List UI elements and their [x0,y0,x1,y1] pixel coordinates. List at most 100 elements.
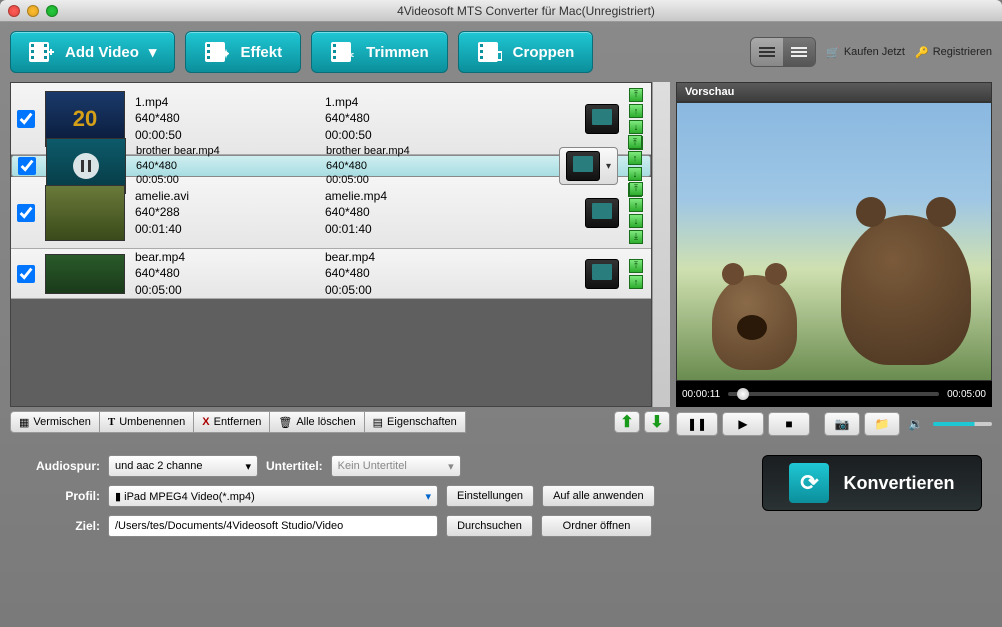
cart-icon: 🛒 [826,46,840,59]
chevron-down-icon: ▾ [448,460,454,473]
arrow-up-icon: ⬆ [620,412,633,432]
out-dur: 00:05:00 [326,173,506,188]
close-icon[interactable] [8,5,20,17]
src-dur: 00:01:40 [135,221,315,237]
move-down-icon[interactable]: ↓ [629,214,643,228]
seek-slider[interactable] [728,392,939,396]
chevron-down-icon: ▾ [245,460,251,473]
list-row[interactable]: amelie.avi 640*288 00:01:40 amelie.mp4 6… [11,177,651,249]
zoom-icon[interactable] [46,5,58,17]
pause-icon: ❚❚ [687,417,707,431]
rename-button[interactable]: TUmbenennen [100,411,194,433]
row-checkbox[interactable] [18,157,36,175]
convert-button[interactable]: ⟳ Konvertieren [762,455,982,511]
snapshot-button[interactable]: 📷 [824,412,860,436]
elapsed-time: 00:00:11 [682,389,720,400]
playback-controls: ❚❚ ▶ ■ 📷 📁 🔉 [676,407,992,437]
move-down-button[interactable]: ⬇ [644,411,670,433]
device-icon[interactable] [585,104,619,134]
window-title: 4Videosoft MTS Converter für Mac(Unregis… [58,4,994,18]
list-row[interactable]: brother bear.mp4 640*480 00:05:00 brothe… [11,155,651,177]
row-checkbox[interactable] [17,265,35,283]
folder-icon: 📁 [875,417,890,431]
src-res: 640*288 [135,204,315,220]
move-bottom-icon[interactable]: ⤓ [629,230,643,244]
remove-button[interactable]: XEntfernen [194,411,270,433]
detail-view-button[interactable] [783,38,815,66]
out-name: bear.mp4 [325,249,505,265]
untertitel-label: Untertitel: [266,459,323,473]
out-name: amelie.mp4 [325,188,505,204]
bottom-panel: Audiospur: und aac 2 channe▾ Untertitel:… [0,437,1002,555]
pause-overlay-icon [72,152,100,180]
film-plus-icon [29,41,55,63]
seek-handle[interactable] [737,388,749,400]
croppen-label: Croppen [513,44,575,61]
film-scissors-icon: ✂ [330,41,356,63]
move-top-icon[interactable]: ⤒ [629,259,643,273]
src-name: bear.mp4 [135,249,315,265]
play-icon: ▶ [738,417,747,431]
move-up-icon[interactable]: ↑ [629,198,643,212]
move-down-icon[interactable]: ↓ [629,120,643,134]
merge-button[interactable]: ▦Vermischen [10,411,100,433]
src-dur: 00:05:00 [136,173,316,188]
preview-pane: Vorschau 00:00:11 00:05:00 ❚❚ ▶ ■ 📷 📁 🔉 [676,82,992,437]
profil-select[interactable]: ▮ iPad MPEG4 Video(*.mp4)▾ [108,485,438,507]
durchsuchen-button[interactable]: Durchsuchen [446,515,533,537]
audiospur-select[interactable]: und aac 2 channe▾ [108,455,258,477]
einstellungen-button[interactable]: Einstellungen [446,485,534,507]
effekt-button[interactable]: ✦ Effekt [185,31,301,73]
add-video-button[interactable]: Add Video ▾ [10,31,175,73]
list-row[interactable]: bear.mp4 640*480 00:05:00 bear.mp4 640*4… [11,249,651,299]
arrow-down-icon: ⬇ [650,412,663,432]
pause-button[interactable]: ❚❚ [676,412,718,436]
move-up-icon[interactable]: ↑ [629,275,643,289]
move-down-icon[interactable]: ↓ [628,167,642,181]
ziel-input[interactable]: /Users/tes/Documents/4Videosoft Studio/V… [108,515,438,537]
ordner-button[interactable]: Ordner öffnen [541,515,652,537]
out-res: 640*480 [325,204,505,220]
out-name: 1.mp4 [325,94,505,110]
scrollbar[interactable] [652,82,670,407]
move-up-button[interactable]: ⬆ [614,411,640,433]
src-name: amelie.avi [135,188,315,204]
volume-slider[interactable] [933,422,992,426]
play-button[interactable]: ▶ [722,412,764,436]
croppen-button[interactable]: Croppen [458,31,594,73]
properties-button[interactable]: ▤Eigenschaften [365,411,466,433]
move-up-icon[interactable]: ↑ [628,151,642,165]
trash-icon: 🗑 [278,416,292,429]
kaufen-link[interactable]: 🛒 Kaufen Jetzt [826,46,905,59]
move-top-icon[interactable]: ⤒ [629,182,643,196]
list-view-button[interactable] [751,38,783,66]
device-icon[interactable] [585,198,619,228]
stop-button[interactable]: ■ [768,412,810,436]
open-folder-button[interactable]: 📁 [864,412,900,436]
convert-icon: ⟳ [789,463,829,503]
trimmen-button[interactable]: ✂ Trimmen [311,31,448,73]
registrieren-link[interactable]: 🔑 Registrieren [915,46,992,59]
row-checkbox[interactable] [17,110,35,128]
clear-all-button[interactable]: 🗑Alle löschen [270,411,364,433]
preview-video[interactable] [676,102,992,381]
move-up-icon[interactable]: ↑ [629,104,643,118]
minimize-icon[interactable] [27,5,39,17]
chevron-down-icon: ▾ [149,43,157,61]
untertitel-select[interactable]: Kein Untertitel▾ [331,455,461,477]
out-res: 640*480 [325,265,505,281]
auf-alle-button[interactable]: Auf alle anwenden [542,485,655,507]
device-select[interactable]: ▾ [559,147,618,185]
device-icon[interactable] [585,259,619,289]
row-checkbox[interactable] [17,204,35,222]
view-toggle [750,37,816,67]
volume-icon[interactable]: 🔉 [908,417,923,431]
properties-icon: ▤ [373,416,383,429]
out-dur: 00:00:50 [325,127,505,143]
titlebar: 4Videosoft MTS Converter für Mac(Unregis… [0,0,1002,22]
profil-label: Profil: [20,489,100,503]
move-top-icon[interactable]: ⤒ [628,135,642,149]
src-dur: 00:05:00 [135,282,315,298]
move-top-icon[interactable]: ⤒ [629,88,643,102]
key-icon: 🔑 [915,46,929,59]
